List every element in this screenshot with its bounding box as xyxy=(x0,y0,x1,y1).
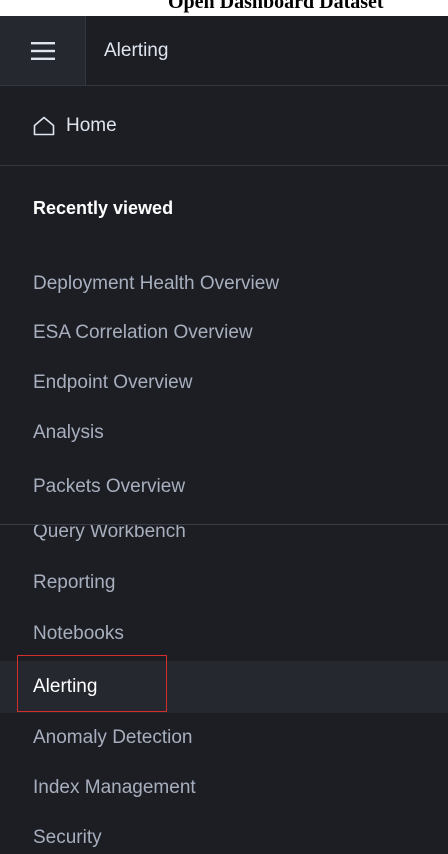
plugin-item-alerting[interactable]: Alerting xyxy=(0,661,448,713)
recent-item-packets-overview[interactable]: Packets Overview xyxy=(0,461,448,513)
recent-item-deployment-health-overview[interactable]: Deployment Health Overview xyxy=(0,258,448,310)
plugin-item-query-workbench[interactable]: Query Workbench xyxy=(0,525,448,558)
plugin-item-security[interactable]: Security xyxy=(0,812,448,854)
plugin-item-anomaly-detection[interactable]: Anomaly Detection xyxy=(0,712,448,764)
recent-item-endpoint-overview[interactable]: Endpoint Overview xyxy=(0,357,448,409)
plugin-item-reporting[interactable]: Reporting xyxy=(0,557,448,609)
recent-item-esa-correlation-overview[interactable]: ESA Correlation Overview xyxy=(0,307,448,359)
plugin-item-notebooks[interactable]: Notebooks xyxy=(0,608,448,660)
plugins-list: Query Workbench Reporting Notebooks Aler… xyxy=(0,525,448,854)
recently-viewed-list: Deployment Health Overview ESA Correlati… xyxy=(0,0,448,524)
recent-item-analysis[interactable]: Analysis xyxy=(0,407,448,459)
plugin-item-index-management[interactable]: Index Management xyxy=(0,762,448,814)
